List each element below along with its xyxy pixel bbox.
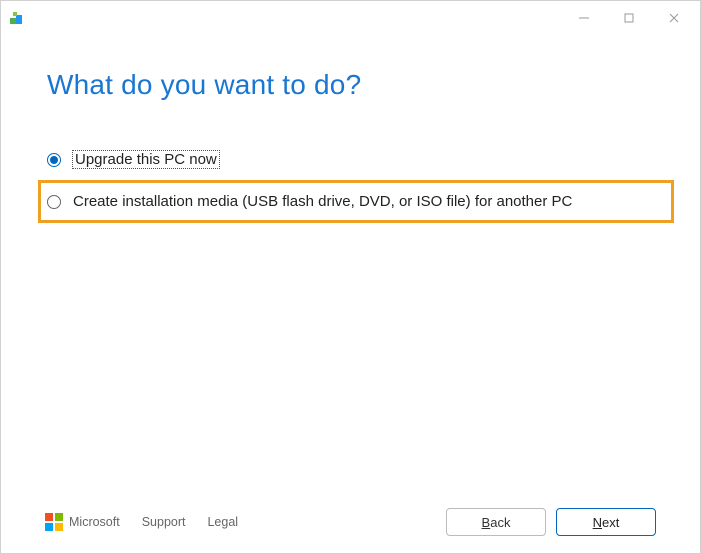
minimize-button[interactable]	[561, 3, 606, 33]
footer: Microsoft Support Legal Back Next	[1, 491, 700, 553]
titlebar	[1, 1, 700, 35]
microsoft-brand: Microsoft	[45, 513, 120, 531]
radio-upgrade-now[interactable]: Upgrade this PC now	[47, 147, 654, 172]
page-title: What do you want to do?	[47, 69, 654, 101]
radio-create-media[interactable]: Create installation media (USB flash dri…	[47, 189, 665, 214]
maximize-button[interactable]	[606, 3, 651, 33]
next-button[interactable]: Next	[556, 508, 656, 536]
radio-unchecked-icon	[47, 195, 61, 209]
legal-link[interactable]: Legal	[207, 515, 238, 529]
content-area: What do you want to do? Upgrade this PC …	[1, 35, 700, 223]
highlight-box: Create installation media (USB flash dri…	[38, 180, 674, 223]
back-button[interactable]: Back	[446, 508, 546, 536]
support-link[interactable]: Support	[142, 515, 186, 529]
close-button[interactable]	[651, 3, 696, 33]
radio-media-label: Create installation media (USB flash dri…	[73, 193, 572, 210]
radio-checked-icon	[47, 153, 61, 167]
radio-upgrade-label: Upgrade this PC now	[73, 151, 219, 168]
microsoft-logo-icon	[45, 513, 63, 531]
microsoft-label: Microsoft	[69, 515, 120, 529]
app-icon	[9, 10, 25, 26]
